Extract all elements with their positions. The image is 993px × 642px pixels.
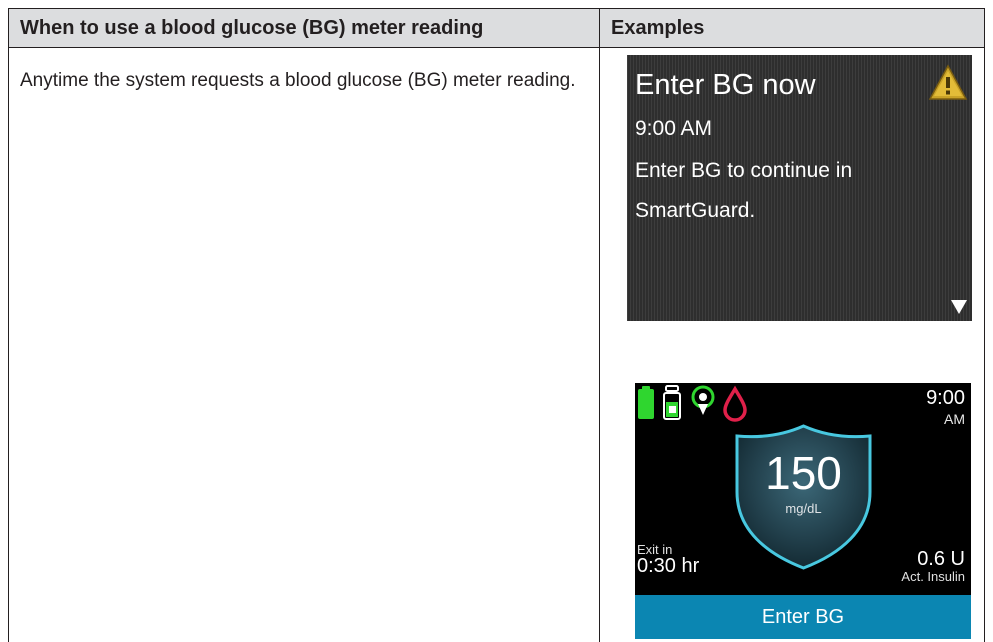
scroll-down-arrow-icon <box>951 300 967 314</box>
active-insulin-label: Act. Insulin <box>901 569 965 584</box>
active-insulin-value: 0.6 U <box>917 548 965 570</box>
battery-icon <box>638 386 654 419</box>
warning-triangle-icon <box>928 64 968 100</box>
smartguard-home-screen: 9:00 AM 150 mg/dL Exit in 0:30 hr 0.6 U … <box>635 383 971 639</box>
sensor-connection-icon <box>691 385 715 415</box>
blood-drop-icon <box>723 385 747 422</box>
exit-time: 0:30 hr <box>637 555 700 577</box>
table-header-row: When to use a blood glucose (BG) meter r… <box>9 8 984 48</box>
clock-ampm: AM <box>944 411 965 427</box>
alert-message: Enter BG to continue in SmartGuard. <box>635 159 853 222</box>
header-examples: Examples <box>611 17 705 39</box>
alert-title: Enter BG now <box>635 69 816 101</box>
status-icons <box>638 385 747 422</box>
column-divider <box>599 8 600 642</box>
bg-value: 150 <box>765 447 842 499</box>
enter-bg-now-alert-screen: Enter BG now 9:00 AM Enter BG to continu… <box>627 55 972 321</box>
alert-time: 9:00 AM <box>635 117 713 140</box>
bg-meter-reading-table: When to use a blood glucose (BG) meter r… <box>8 8 985 642</box>
clock-time: 9:00 <box>926 387 965 409</box>
row-description: Anytime the system requests a blood gluc… <box>20 70 576 91</box>
bg-unit: mg/dL <box>785 501 822 516</box>
reservoir-icon <box>663 385 681 420</box>
header-when-to-use: When to use a blood glucose (BG) meter r… <box>20 17 484 39</box>
enter-bg-button[interactable]: Enter BG <box>635 595 971 639</box>
